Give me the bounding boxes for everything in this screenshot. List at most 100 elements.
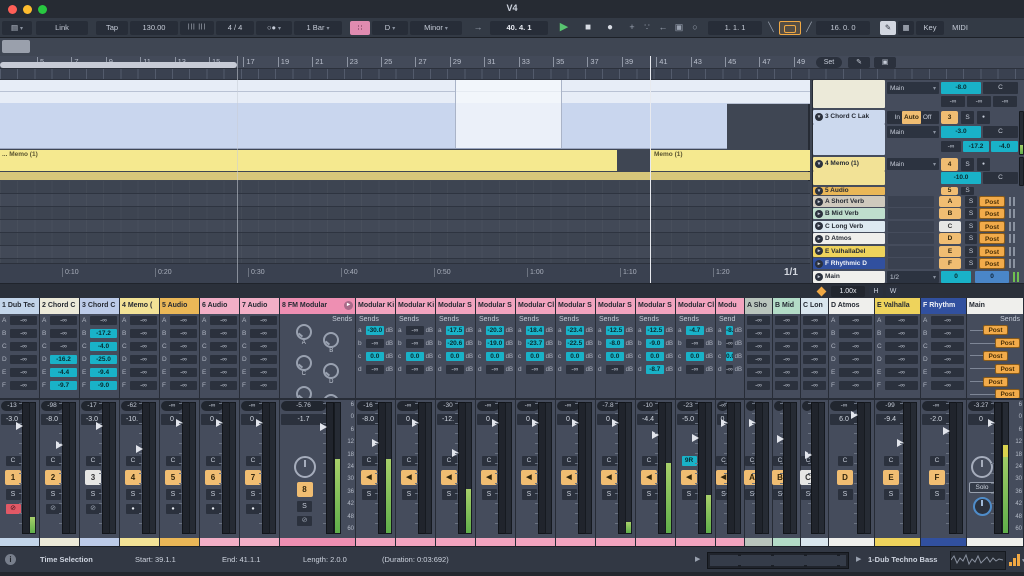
send-value[interactable]: -∞ <box>566 365 584 374</box>
track-activator[interactable]: E <box>883 470 899 485</box>
return-activator[interactable]: D <box>939 233 961 244</box>
send-display[interactable]: -∞ <box>993 96 1017 107</box>
pre-post-toggle[interactable]: Post <box>979 258 1005 269</box>
send-value[interactable]: -∞ <box>839 329 872 338</box>
send-value[interactable]: 0.0 <box>366 352 384 361</box>
track-activator[interactable]: 8 <box>297 482 313 497</box>
mixer-track-name[interactable]: Modu <box>716 298 744 314</box>
send-value[interactable]: -∞ <box>170 316 197 325</box>
collapsed-lane[interactable] <box>0 181 810 194</box>
send-value[interactable]: -∞ <box>775 381 798 390</box>
metronome-button[interactable]: ○●▾ <box>256 21 292 35</box>
send-value[interactable]: -∞ <box>885 329 918 338</box>
loop-start-field[interactable]: 1. 1. 1 <box>708 21 762 35</box>
tap-tempo-button[interactable]: Tap <box>96 21 128 35</box>
fader-handle[interactable] <box>56 441 63 449</box>
fader-handle[interactable] <box>96 422 103 430</box>
pre-post-toggle[interactable]: Post <box>979 208 1005 219</box>
monitor-switch[interactable]: InAutoOff <box>887 111 939 124</box>
send-value[interactable]: -∞ <box>747 381 770 390</box>
main-volume-display[interactable]: 0 <box>941 271 971 283</box>
time-signature-field[interactable]: 4 / 4 <box>216 21 254 35</box>
send-value[interactable]: -∞ <box>170 355 197 364</box>
fader-handle[interactable] <box>851 411 858 419</box>
fader-handle[interactable] <box>692 434 699 442</box>
send-value[interactable]: -∞ <box>885 342 918 351</box>
send-value[interactable]: -∞ <box>686 365 704 374</box>
fader-handle[interactable] <box>256 419 263 427</box>
draw-automation-icon[interactable]: ✎ <box>848 57 870 68</box>
send-value[interactable]: -∞ <box>406 326 424 335</box>
send-value[interactable]: -∞ <box>50 329 77 338</box>
send-value[interactable]: -∞ <box>250 355 277 364</box>
memo-clip-left[interactable]: ... Memo (1) <box>0 150 617 171</box>
send-value[interactable]: -4.4 <box>50 368 77 377</box>
send-value[interactable]: 0.0 <box>606 352 624 361</box>
send-value[interactable]: -16.2 <box>50 355 77 364</box>
automation-arm-icon[interactable]: ∵ <box>640 21 654 35</box>
arm-button[interactable]: ● <box>977 111 990 124</box>
fader-handle[interactable] <box>777 435 784 443</box>
send-value[interactable]: -∞ <box>931 355 964 364</box>
track-activator[interactable]: D <box>837 470 853 485</box>
send-value[interactable]: 0.0 <box>446 352 464 361</box>
pan-knob[interactable] <box>294 456 316 478</box>
send-value[interactable]: -9.0 <box>90 381 117 390</box>
output-routing-menu[interactable]: Main▾ <box>887 126 939 138</box>
punch-in-icon[interactable]: ╲ <box>766 21 776 35</box>
peak-level-display[interactable]: -5.76 <box>281 401 326 411</box>
send-value[interactable]: -∞ <box>10 355 37 364</box>
fader-handle[interactable] <box>897 439 904 447</box>
set-locator-button[interactable]: Set <box>816 57 842 68</box>
fader-handle[interactable] <box>943 427 950 435</box>
grid-chooser-icon[interactable]: ▤▾ <box>2 21 32 35</box>
mixer-track-name[interactable]: 7 Audio <box>240 298 279 314</box>
send-value[interactable]: -∞ <box>250 342 277 351</box>
reenable-automation-icon[interactable]: ← <box>656 21 670 35</box>
send-value[interactable]: -∞ <box>210 368 237 377</box>
send-value[interactable]: -∞ <box>885 355 918 364</box>
mixer-track-name[interactable]: 5 Audio <box>160 298 199 314</box>
send-value[interactable]: -∞ <box>406 339 424 348</box>
fader-handle[interactable] <box>805 451 812 459</box>
send-value[interactable]: -∞ <box>210 381 237 390</box>
scale-mode-icon[interactable]: ∷ <box>350 21 370 35</box>
unfold-icon[interactable]: ▸ <box>815 260 823 268</box>
send-value[interactable]: 0.0 <box>646 352 664 361</box>
return-track-header[interactable]: ▸A Short Verb <box>813 196 885 207</box>
clip-track1[interactable] <box>0 80 810 92</box>
send-value[interactable]: -∞ <box>803 368 826 377</box>
send-value[interactable]: -∞ <box>775 368 798 377</box>
mixer-track-name[interactable]: Modular S <box>636 298 675 314</box>
fader-handle[interactable] <box>412 419 419 427</box>
scale-name-menu[interactable]: Minor▾ <box>410 21 462 35</box>
solo-button[interactable]: S <box>961 187 974 195</box>
mixer-track-name[interactable]: B Mid <box>773 298 800 314</box>
mixer-track-name[interactable]: E Valhalla <box>875 298 920 314</box>
solo-button[interactable]: S <box>965 196 977 207</box>
send-value[interactable]: -∞ <box>803 329 826 338</box>
send-value[interactable]: 0.0 <box>486 352 504 361</box>
punch-out-icon[interactable]: ╱ <box>804 21 814 35</box>
track-header-5[interactable]: ▾5 Audio <box>813 187 885 195</box>
output-routing-menu[interactable]: Main▾ <box>887 158 939 170</box>
return-activator[interactable]: B <box>939 208 961 219</box>
send-knob[interactable]: E <box>290 386 318 400</box>
volume-display[interactable]: -8.0 <box>941 82 981 94</box>
send-value[interactable]: -∞ <box>931 342 964 351</box>
send-value[interactable]: -∞ <box>130 342 157 351</box>
loop-length-field[interactable]: 16. 0. 0 <box>816 21 870 35</box>
send-value[interactable]: -∞ <box>366 339 384 348</box>
memo-clip-right[interactable]: Memo (1) <box>651 150 810 171</box>
send-value[interactable]: -20.3 <box>486 326 504 335</box>
send-value[interactable]: -∞ <box>747 329 770 338</box>
send-value[interactable]: -∞ <box>170 342 197 351</box>
send-value[interactable]: -∞ <box>931 316 964 325</box>
mixer-track-name[interactable]: 6 Audio <box>200 298 239 314</box>
output-routing-menu[interactable]: Main▾ <box>887 82 939 94</box>
loop-brace[interactable] <box>0 62 237 68</box>
mixer-track-name[interactable]: Modular Ki <box>356 298 395 314</box>
pan-display[interactable]: C <box>983 172 1018 184</box>
send-value[interactable]: -∞ <box>446 365 464 374</box>
send-value[interactable]: -17.2 <box>90 329 117 338</box>
